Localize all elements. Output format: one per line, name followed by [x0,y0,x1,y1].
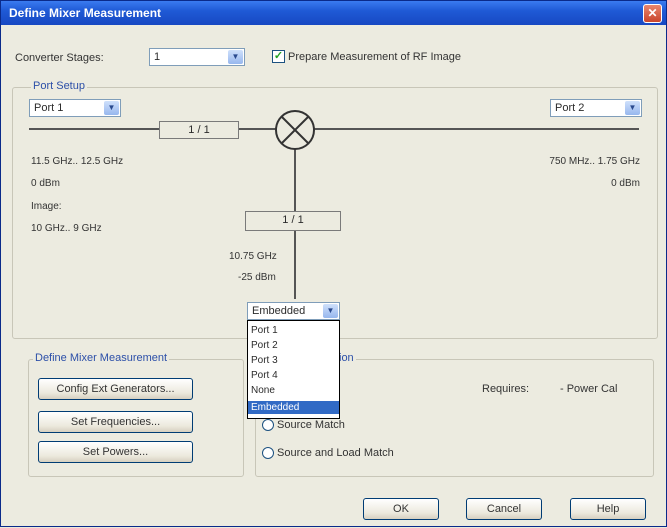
dropdown-option-none[interactable]: None [248,384,339,397]
dropdown-option-port-2[interactable]: Port 2 [248,339,339,352]
source-match-radio[interactable] [262,419,274,431]
left-frequency-range: 11.5 GHz.. 12.5 GHz [31,156,124,167]
dialog-window: Define Mixer Measurement ✕ Converter Sta… [0,0,667,527]
source-load-match-radio[interactable] [262,447,274,459]
left-port-value: Port 1 [34,102,64,114]
chevron-down-icon[interactable]: ▼ [323,304,338,318]
dropdown-option-port-1[interactable]: Port 1 [248,324,339,337]
image-label: Image: [31,201,62,212]
right-frequency-range: 750 MHz.. 1.75 GHz [549,156,640,167]
define-mixer-label: Define Mixer Measurement [33,352,170,364]
dropdown-option-port-4[interactable]: Port 4 [248,369,339,382]
set-frequencies-button[interactable]: Set Frequencies... [38,411,193,433]
chevron-down-icon[interactable]: ▼ [104,101,119,115]
cancel-button[interactable]: Cancel [466,498,542,520]
right-power: 0 dBm [611,178,640,189]
source-match-label: Source Match [277,419,345,431]
top-ratio-box[interactable]: 1 / 1 [159,121,239,139]
right-port-select[interactable]: Port 2 ▼ [550,99,642,117]
ok-button[interactable]: OK [363,498,439,520]
right-port-value: Port 2 [555,102,585,114]
dropdown-option-port-3[interactable]: Port 3 [248,354,339,367]
left-port-select[interactable]: Port 1 ▼ [29,99,121,117]
chevron-down-icon[interactable]: ▼ [625,101,640,115]
lo-port-value: Embedded [252,305,306,317]
requires-value: - Power Cal [560,383,618,395]
left-power: 0 dBm [31,178,60,189]
help-button[interactable]: Help [570,498,646,520]
dropdown-option-embedded[interactable]: Embedded [248,401,339,414]
lo-power: -25 dBm [238,272,276,283]
source-load-match-label: Source and Load Match [277,447,394,459]
config-ext-generators-button[interactable]: Config Ext Generators... [38,378,193,400]
image-frequency-range: 10 GHz.. 9 GHz [31,223,102,234]
requires-label: Requires: [482,383,530,395]
lo-port-select[interactable]: Embedded ▼ [247,302,340,320]
set-powers-button[interactable]: Set Powers... [38,441,193,463]
bottom-ratio-box[interactable]: 1 / 1 [245,211,341,231]
lo-frequency: 10.75 GHz [229,251,277,262]
lo-port-dropdown-list: Port 1 Port 2 Port 3 Port 4 None Embedde… [247,320,340,419]
